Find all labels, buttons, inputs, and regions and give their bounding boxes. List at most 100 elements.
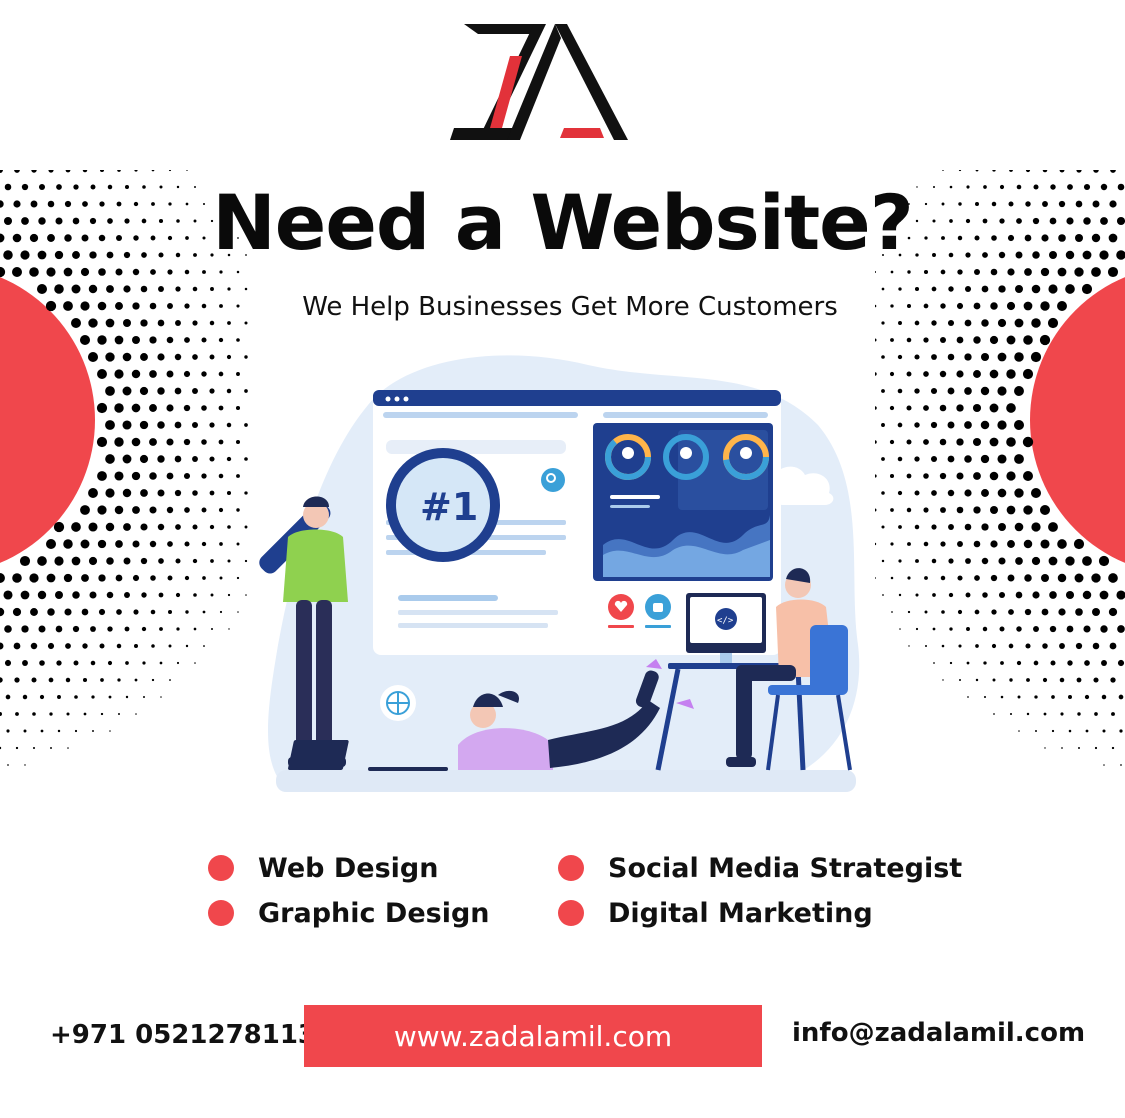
halftone-dot — [1057, 267, 1067, 277]
halftone-dot — [881, 423, 885, 427]
halftone-dot — [158, 592, 164, 598]
service-item: Digital Marketing — [558, 893, 873, 933]
halftone-dot — [882, 594, 884, 596]
halftone-dot — [1093, 677, 1099, 683]
halftone-dot — [114, 505, 124, 515]
halftone-dot — [14, 677, 20, 683]
halftone-dot — [1006, 437, 1016, 447]
halftone-dot — [997, 386, 1007, 396]
halftone-dot — [990, 540, 998, 548]
halftone-dot — [107, 660, 113, 666]
halftone-dot — [114, 437, 124, 447]
halftone-dot — [150, 269, 156, 275]
halftone-dot — [1094, 712, 1098, 716]
halftone-dot — [1074, 573, 1084, 583]
halftone-dot — [125, 661, 129, 665]
halftone-dot — [1075, 642, 1083, 650]
halftone-dot — [99, 170, 105, 173]
halftone-dot — [932, 627, 936, 631]
halftone-dot — [947, 455, 955, 463]
halftone-dot — [140, 523, 148, 531]
halftone-dot — [1026, 712, 1030, 716]
halftone-dot — [88, 522, 98, 532]
window-dot-icon — [385, 396, 391, 402]
halftone-dot — [1076, 170, 1082, 173]
halftone-dot — [117, 678, 121, 682]
email-address[interactable]: info@zadalamil.com — [792, 1013, 1085, 1053]
halftone-dot — [981, 557, 989, 565]
halftone-dot — [997, 454, 1007, 464]
halftone-dot — [989, 335, 999, 345]
halftone-dot — [993, 713, 995, 715]
halftone-dot — [122, 386, 132, 396]
halftone-dot — [91, 695, 95, 699]
halftone-dot — [183, 404, 191, 412]
halftone-dot — [1030, 351, 1042, 363]
halftone-dot — [1006, 471, 1016, 481]
halftone-dot — [964, 455, 972, 463]
halftone-dot — [967, 696, 969, 698]
halftone-dot — [1059, 643, 1065, 649]
halftone-dot — [897, 388, 903, 394]
halftone-dot — [167, 269, 173, 275]
halftone-dot — [105, 522, 115, 532]
halftone-dot — [982, 592, 988, 598]
halftone-dot — [989, 471, 999, 481]
halftone-dot — [244, 457, 248, 461]
halftone-dot — [890, 508, 894, 512]
halftone-dot — [875, 270, 877, 274]
halftone-dot — [218, 507, 224, 513]
halftone-dot — [1008, 643, 1014, 649]
halftone-dot — [183, 438, 191, 446]
halftone-dot — [974, 609, 980, 615]
halftone-dot — [150, 575, 156, 581]
halftone-dot — [1057, 539, 1067, 549]
halftone-dot — [12, 607, 22, 617]
halftone-dot — [37, 556, 47, 566]
halftone-dot — [1059, 677, 1065, 683]
halftone-dot — [174, 387, 182, 395]
halftone-dot — [116, 609, 122, 615]
halftone-dot — [1111, 746, 1115, 750]
halftone-dot — [990, 268, 998, 276]
website-button[interactable]: www.zadalamil.com — [304, 1005, 762, 1067]
halftone-dot — [948, 592, 954, 598]
halftone-dot — [15, 712, 19, 716]
halftone-dot — [31, 677, 37, 683]
halftone-dot — [106, 591, 114, 599]
halftone-dot — [1107, 266, 1119, 278]
halftone-dot — [1023, 539, 1033, 549]
halftone-dot — [981, 523, 989, 531]
halftone-dot — [924, 576, 928, 580]
halftone-dot — [889, 371, 895, 377]
halftone-dot — [1014, 352, 1024, 362]
halftone-dot — [990, 574, 998, 582]
halftone-dot — [930, 455, 938, 463]
halftone-dot — [202, 270, 206, 274]
halftone-dot — [906, 507, 912, 513]
halftone-dot — [989, 369, 999, 379]
halftone-dot — [958, 644, 962, 648]
halftone-dot — [236, 372, 240, 376]
halftone-dot — [974, 575, 980, 581]
halftone-dot — [139, 386, 149, 396]
halftone-dot — [80, 539, 90, 549]
halftone-dot — [972, 403, 982, 413]
halftone-dot — [1067, 660, 1073, 666]
halftone-dot — [1007, 574, 1015, 582]
halftone-dot — [4, 659, 12, 667]
halftone-dot — [1084, 660, 1090, 666]
halftone-dot — [90, 660, 96, 666]
halftone-dot — [149, 438, 157, 446]
halftone-dot — [1091, 573, 1101, 583]
phone-number[interactable]: +971 0521278113 — [50, 1015, 316, 1055]
halftone-dot — [210, 627, 214, 631]
halftone-dot — [235, 439, 241, 445]
halftone-dot — [167, 541, 173, 547]
halftone-dot — [114, 471, 124, 481]
halftone-dot — [157, 455, 165, 463]
halftone-dot — [168, 610, 172, 614]
halftone-dot — [923, 473, 929, 479]
halftone-dot — [157, 353, 165, 361]
halftone-dot — [115, 574, 123, 582]
